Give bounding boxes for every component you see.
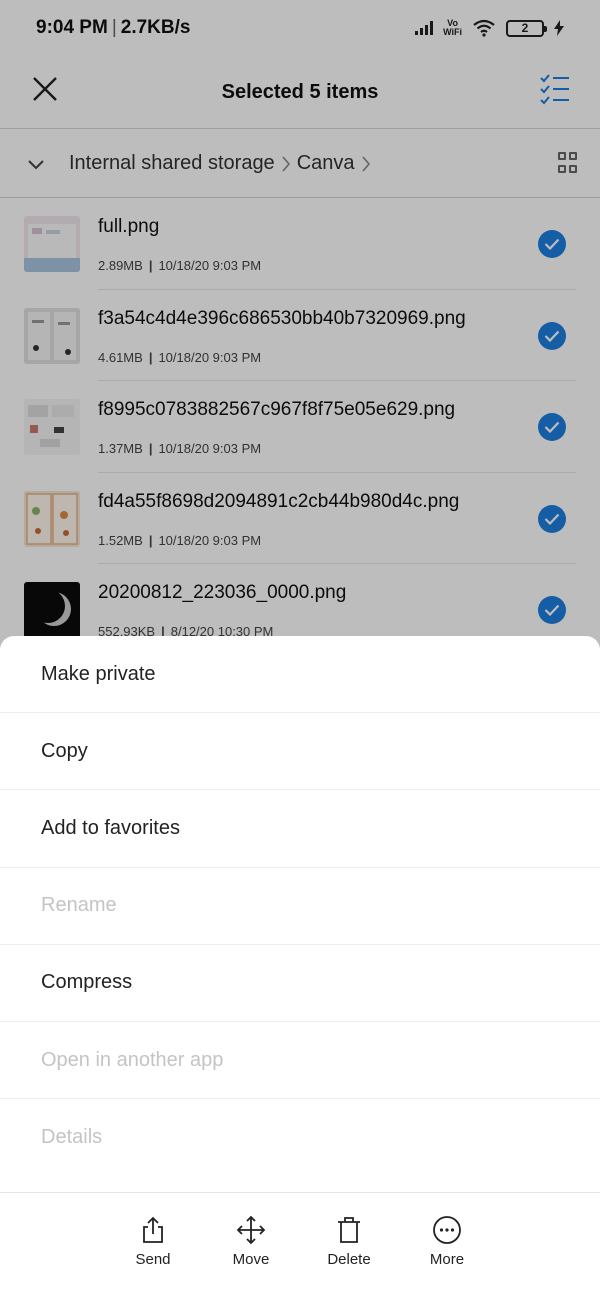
send-button[interactable]: Send bbox=[113, 1215, 193, 1268]
delete-button[interactable]: Delete bbox=[309, 1215, 389, 1268]
bottom-action-bar: Send Move Delete More bbox=[0, 1192, 600, 1300]
more-button[interactable]: More bbox=[407, 1215, 487, 1268]
more-horizontal-icon bbox=[433, 1216, 461, 1244]
menu-item-make-private[interactable]: Make private bbox=[0, 636, 600, 714]
menu-item-rename: Rename bbox=[0, 868, 600, 945]
move-arrows-icon bbox=[236, 1215, 266, 1245]
share-icon bbox=[143, 1216, 163, 1243]
menu-item-add-to-favorites[interactable]: Add to favorites bbox=[0, 790, 600, 868]
move-label: Move bbox=[232, 1251, 270, 1268]
menu-item-compress[interactable]: Compress bbox=[0, 945, 600, 1022]
trash-icon bbox=[338, 1217, 360, 1243]
actions-sheet: Make private Copy Add to favorites Renam… bbox=[0, 636, 600, 1192]
menu-item-copy[interactable]: Copy bbox=[0, 713, 600, 791]
delete-label: Delete bbox=[327, 1251, 371, 1268]
menu-item-details: Details bbox=[41, 1126, 103, 1149]
more-label: More bbox=[429, 1251, 465, 1268]
send-label: Send bbox=[135, 1251, 171, 1268]
menu-item-open-in-another-app: Open in another app bbox=[0, 1022, 600, 1100]
move-button[interactable]: Move bbox=[211, 1215, 291, 1268]
